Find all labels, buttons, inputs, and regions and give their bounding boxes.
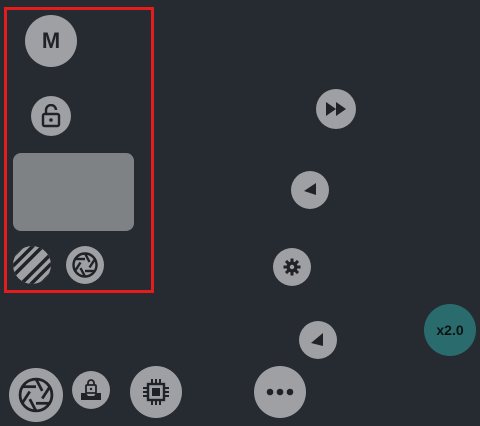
more-options-button[interactable]: [254, 366, 306, 418]
stripes-button[interactable]: [13, 246, 51, 284]
fast-forward-button[interactable]: [316, 89, 356, 129]
rewind-button-2[interactable]: [299, 321, 337, 359]
stripes-icon: [13, 246, 51, 284]
playback-speed-button[interactable]: x2.0: [424, 304, 476, 356]
aperture-icon: [72, 252, 98, 278]
aperture-button[interactable]: [66, 246, 104, 284]
fast-forward-icon: [326, 102, 346, 116]
rewind-button[interactable]: [291, 171, 329, 209]
chip-icon: [143, 379, 169, 405]
aperture-icon: [18, 377, 54, 413]
rewind-icon: [304, 183, 316, 195]
processor-button[interactable]: [130, 366, 182, 418]
lock-tray-button[interactable]: [72, 371, 110, 409]
lock-tray-icon: [81, 379, 101, 400]
speed-label: x2.0: [436, 322, 464, 338]
settings-button[interactable]: [273, 248, 311, 286]
more-icon: [266, 388, 294, 396]
lock-button[interactable]: [31, 96, 71, 136]
rewind-icon: [311, 333, 323, 346]
preview-panel[interactable]: [13, 153, 134, 231]
gear-icon: [283, 258, 301, 276]
shutter-button[interactable]: [9, 368, 63, 422]
lock-open-icon: [41, 104, 61, 128]
mode-label: M: [41, 28, 61, 53]
mode-button[interactable]: M: [25, 15, 77, 67]
